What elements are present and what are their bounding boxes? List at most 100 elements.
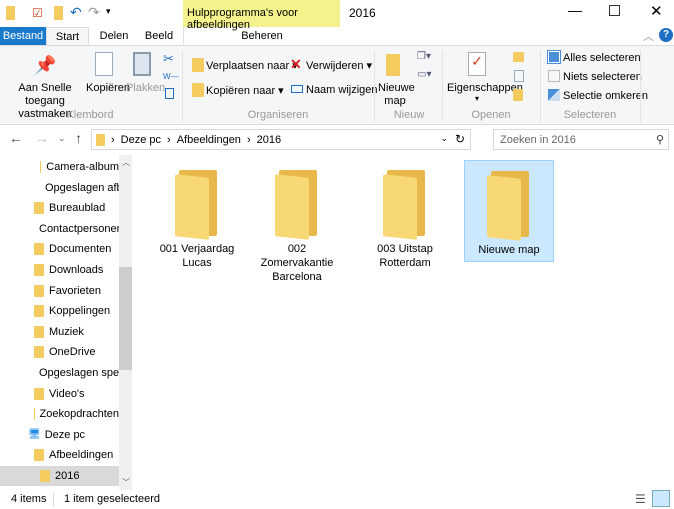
scroll-up-icon[interactable]: ︿ bbox=[122, 157, 130, 168]
nav-item[interactable]: Bureaublad bbox=[0, 198, 119, 218]
nav-item[interactable]: Camera-album bbox=[0, 157, 119, 177]
nav-item-label: OneDrive bbox=[49, 346, 96, 359]
window-title: 2016 bbox=[349, 6, 376, 20]
collapse-ribbon-icon[interactable]: ︿ bbox=[643, 28, 654, 44]
delete-button[interactable]: Verwijderen ▾ bbox=[306, 59, 372, 72]
tab-bestand[interactable]: Bestand bbox=[0, 27, 46, 45]
properties-icon[interactable]: ☑ bbox=[32, 6, 43, 20]
folder-item[interactable]: 001 Verjaardag Lucas bbox=[152, 160, 242, 269]
nav-item[interactable]: Downloads bbox=[0, 260, 119, 280]
folder-icon bbox=[34, 449, 44, 462]
edit-icon[interactable] bbox=[514, 70, 524, 82]
folder-name: 003 Uitstap Rotterdam bbox=[377, 243, 433, 269]
address-dropdown-icon[interactable]: ⌄ bbox=[440, 133, 448, 144]
paste-button[interactable]: Plakken bbox=[126, 82, 165, 94]
paste-shortcut-icon[interactable] bbox=[165, 88, 174, 99]
nav-item-label: Deze pc bbox=[44, 428, 86, 441]
folder-icon bbox=[6, 6, 15, 20]
nav-item[interactable]: Zoekopdrachten bbox=[0, 404, 119, 424]
move-to-button[interactable]: Verplaatsen naar ▾ bbox=[206, 59, 298, 72]
folder-icon bbox=[175, 170, 219, 240]
scrollbar-thumb[interactable] bbox=[119, 267, 132, 370]
nav-item-label: Video's bbox=[49, 387, 85, 400]
group-openen: Openen bbox=[471, 109, 511, 121]
group-klembord: Klembord bbox=[66, 109, 114, 121]
folder-item[interactable]: 003 Uitstap Rotterdam bbox=[360, 160, 450, 269]
scroll-down-icon[interactable]: ﹀ bbox=[122, 477, 130, 488]
nav-item[interactable]: Favorieten bbox=[0, 281, 119, 301]
quick-access-toolbar: ☑ ↶ ↷ ▾ bbox=[6, 4, 111, 23]
properties-dropdown-icon[interactable]: ▾ bbox=[475, 94, 479, 103]
nav-item[interactable]: Koppelingen bbox=[0, 301, 119, 321]
maximize-button[interactable] bbox=[609, 5, 620, 16]
tab-delen[interactable]: Delen bbox=[94, 27, 134, 45]
close-button[interactable]: ✕ bbox=[650, 2, 663, 20]
copy-path-icon[interactable]: W— bbox=[163, 72, 179, 81]
group-nieuw: Nieuw bbox=[393, 109, 425, 121]
undo-icon[interactable]: ↶ bbox=[70, 4, 82, 21]
recent-locations-button[interactable]: ⌄ bbox=[58, 133, 66, 144]
breadcrumb-2016[interactable]: 2016 bbox=[257, 134, 281, 146]
refresh-icon[interactable]: ↻ bbox=[455, 132, 465, 146]
nav-item-label: Downloads bbox=[49, 264, 104, 276]
address-bar[interactable]: › Deze pc › Afbeeldingen › 2016 ⌄ ↻ bbox=[91, 129, 471, 150]
tab-beeld[interactable]: Beeld bbox=[140, 27, 178, 45]
copy-button[interactable]: Kopiëren bbox=[86, 82, 130, 94]
large-icons-view-button[interactable] bbox=[652, 490, 670, 507]
minimize-button[interactable]: — bbox=[568, 2, 582, 18]
properties-button[interactable]: Eigenschappen bbox=[447, 82, 523, 94]
nav-item[interactable]: Documenten bbox=[0, 239, 119, 259]
nav-item-label: Bureaublad bbox=[49, 202, 106, 215]
nav-item[interactable]: Afbeeldingen bbox=[0, 445, 119, 465]
easy-access-icon[interactable]: ▭▾ bbox=[417, 69, 431, 80]
search-input[interactable]: Zoeken in 2016 ⚲ bbox=[493, 129, 669, 150]
new-folder-icon[interactable] bbox=[54, 6, 63, 20]
select-none-button[interactable]: Niets selecteren bbox=[563, 71, 642, 83]
folder-item[interactable]: Nieuwe map bbox=[464, 160, 554, 262]
back-button[interactable]: ← bbox=[9, 130, 23, 146]
nav-item[interactable]: Contactpersonen bbox=[0, 219, 119, 239]
breadcrumb-deze-pc[interactable]: Deze pc bbox=[121, 134, 161, 146]
folder-icon bbox=[34, 243, 44, 256]
up-button[interactable]: ↑ bbox=[75, 130, 82, 146]
move-to-label: Verplaatsen naar bbox=[206, 60, 290, 72]
paste-icon bbox=[133, 52, 151, 76]
invert-selection-button[interactable]: Selectie omkeren bbox=[563, 90, 648, 102]
new-folder-button[interactable]: Nieuwe map bbox=[378, 82, 415, 108]
folder-item[interactable]: 002 Zomervakantie Barcelona bbox=[252, 160, 342, 283]
nav-item[interactable]: OneDrive bbox=[0, 342, 119, 362]
rename-button[interactable]: Naam wijzigen bbox=[306, 84, 378, 96]
select-all-button[interactable]: Alles selecteren bbox=[563, 52, 641, 64]
help-icon[interactable]: ? bbox=[659, 28, 673, 42]
folder-icon bbox=[34, 264, 44, 276]
details-view-button[interactable]: ☰ bbox=[635, 492, 646, 506]
history-icon[interactable] bbox=[513, 89, 523, 101]
tab-beheren[interactable]: Beheren bbox=[183, 27, 340, 45]
new-item-icon[interactable]: ❐▾ bbox=[417, 51, 431, 62]
cut-icon[interactable]: ✂ bbox=[163, 51, 174, 67]
group-organiseren: Organiseren bbox=[247, 109, 309, 121]
nav-item[interactable]: Opgeslagen spellen bbox=[0, 363, 119, 383]
nav-item[interactable]: 🖥 Deze pc bbox=[0, 425, 119, 445]
nav-item[interactable]: Opgeslagen afbeeldingen bbox=[0, 178, 119, 198]
invert-selection-icon bbox=[548, 89, 560, 101]
forward-button[interactable]: → bbox=[35, 130, 49, 146]
nav-item[interactable]: Video's bbox=[0, 384, 119, 404]
nav-item[interactable]: Muziek bbox=[0, 322, 119, 342]
customize-icon[interactable]: ▾ bbox=[106, 6, 111, 17]
redo-icon[interactable]: ↷ bbox=[88, 4, 100, 21]
chevron-icon: › bbox=[246, 133, 251, 146]
folder-icon bbox=[34, 202, 44, 215]
breadcrumb-afbeeldingen[interactable]: Afbeeldingen bbox=[177, 134, 241, 146]
nav-item[interactable]: 2016 bbox=[0, 466, 119, 486]
tab-start[interactable]: Start bbox=[46, 27, 89, 46]
nav-scrollbar[interactable]: ︿ ﹀ bbox=[119, 155, 132, 490]
new-folder-big-icon bbox=[386, 54, 400, 76]
folder-icon bbox=[34, 305, 44, 318]
search-icon: ⚲ bbox=[655, 134, 664, 146]
copy-to-button[interactable]: Kopiëren naar ▾ bbox=[206, 84, 284, 97]
folder-name: 001 Verjaardag Lucas bbox=[159, 243, 235, 269]
copy-icon bbox=[95, 52, 113, 76]
separator bbox=[374, 50, 375, 122]
open-icon[interactable] bbox=[513, 52, 524, 62]
